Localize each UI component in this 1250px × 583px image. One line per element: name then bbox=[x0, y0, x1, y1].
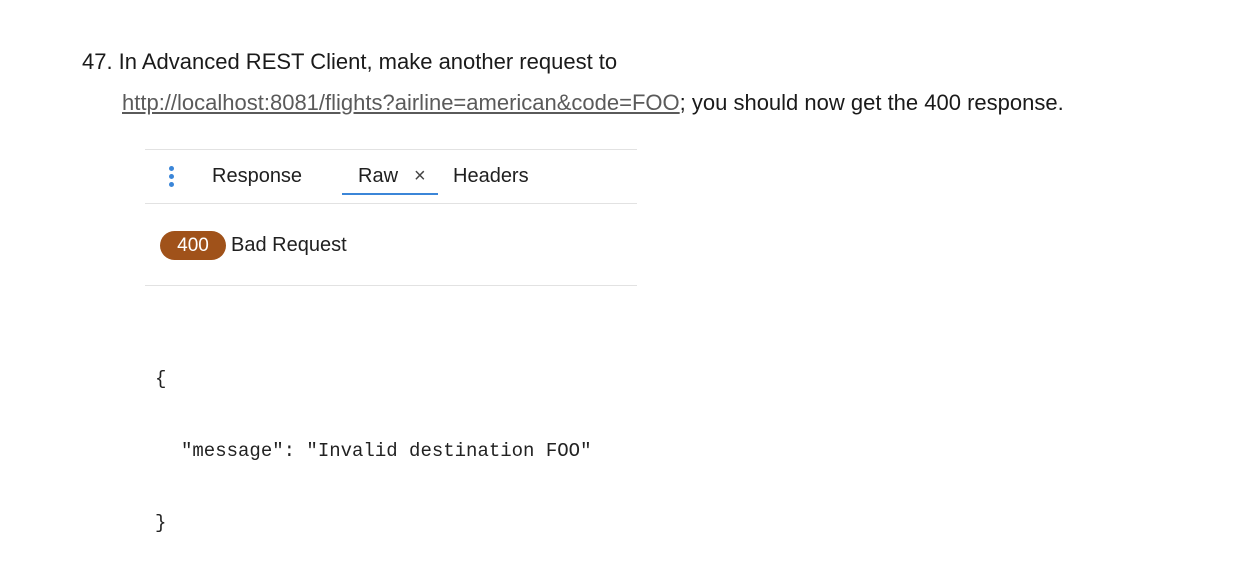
status-text: Bad Request bbox=[231, 234, 347, 256]
vertical-dots-icon[interactable] bbox=[167, 166, 175, 192]
active-tab-indicator bbox=[342, 193, 438, 195]
step-number: 47. bbox=[82, 49, 113, 74]
top-divider bbox=[145, 149, 637, 150]
tab-raw[interactable]: Raw bbox=[358, 163, 398, 189]
instruction-suffix: ; you should now get the 400 response. bbox=[679, 90, 1064, 115]
instruction-url-line: http://localhost:8081/flights?airline=am… bbox=[122, 89, 1064, 117]
tabs-divider bbox=[145, 203, 637, 204]
status-divider bbox=[145, 285, 637, 286]
tab-headers[interactable]: Headers bbox=[453, 163, 529, 189]
instruction-text: In Advanced REST Client, make another re… bbox=[118, 49, 618, 74]
json-close-brace: } bbox=[155, 512, 167, 534]
close-icon[interactable]: × bbox=[414, 163, 426, 189]
instruction-line: 47. In Advanced REST Client, make another… bbox=[82, 48, 617, 76]
json-message-line: "message": "Invalid destination FOO" bbox=[181, 440, 592, 462]
tab-response[interactable]: Response bbox=[212, 163, 302, 189]
response-panel-screenshot: Response Raw × Headers 400 Bad Request {… bbox=[145, 149, 637, 534]
request-url-link[interactable]: http://localhost:8081/flights?airline=am… bbox=[122, 90, 680, 115]
response-body: { "message": "Invalid destination FOO" } bbox=[155, 319, 591, 583]
json-open-brace: { bbox=[155, 368, 167, 390]
status-badge: 400 bbox=[160, 231, 226, 260]
